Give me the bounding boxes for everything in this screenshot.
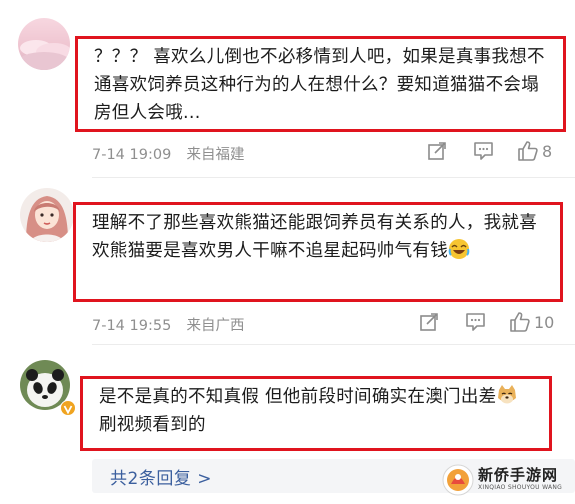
comment-2-like-count: 10 bbox=[534, 312, 555, 332]
comment-2-text: 理解不了那些喜欢熊猫还能跟饲养员有关系的人，我就喜欢熊猫要是喜欢男人干嘛不追星起… bbox=[92, 209, 546, 265]
share-icon bbox=[420, 313, 438, 331]
comment-3-text-part1: 是不是真的不知真假 但他前段时间确实在澳门出差 bbox=[99, 387, 497, 407]
comment-2-reply-button[interactable] bbox=[465, 312, 486, 332]
comment-1-share-button[interactable] bbox=[427, 141, 447, 161]
divider-1 bbox=[92, 177, 575, 178]
comment-3-text-part2: 刷视频看到的 bbox=[99, 415, 206, 435]
share-icon bbox=[428, 142, 446, 160]
comment-1-like-count: 8 bbox=[542, 141, 553, 161]
comment-2-time: 7-14 19:55 bbox=[92, 318, 172, 334]
comment-1-location: 来自福建 bbox=[186, 147, 245, 163]
comment-1-meta: 7-14 19:09 来自福建 bbox=[92, 143, 245, 164]
view-replies-link[interactable]: 共2条回复 > bbox=[110, 464, 212, 489]
laugh-cry-emoji bbox=[448, 238, 470, 260]
doge-emoji bbox=[496, 384, 518, 406]
comment-2-location: 来自广西 bbox=[186, 318, 245, 334]
comment-2-like-button[interactable]: 10 bbox=[509, 311, 554, 333]
comment-3-highlight-box: 是不是真的不知真假 但他前段时间确实在澳门出差 刷视频看到的 bbox=[80, 376, 552, 451]
comment-icon bbox=[474, 142, 493, 160]
divider-2 bbox=[92, 344, 575, 345]
like-icon bbox=[510, 312, 530, 332]
like-icon bbox=[518, 141, 538, 161]
comment-1-avatar[interactable] bbox=[18, 18, 70, 70]
comment-icon bbox=[466, 313, 485, 331]
verified-badge-icon bbox=[60, 400, 76, 416]
comment-2-meta: 7-14 19:55 来自广西 bbox=[92, 314, 245, 335]
comment-2-highlight-box: 理解不了那些喜欢熊猫还能跟饲养员有关系的人，我就喜欢熊猫要是喜欢男人干嘛不追星起… bbox=[73, 202, 563, 302]
watermark-subtext: XINQIAO SHOUYOU WANG bbox=[478, 484, 563, 491]
comment-2-share-button[interactable] bbox=[419, 312, 439, 332]
comment-2: 理解不了那些喜欢熊猫还能跟饲养员有关系的人，我就喜欢熊猫要是喜欢男人干嘛不追星起… bbox=[0, 180, 575, 348]
comment-1-time: 7-14 19:09 bbox=[92, 147, 172, 163]
comment-1-text: ？？？ 喜欢么儿倒也不必移情到人吧，如果是真事我想不通喜欢饲养员这种行为的人在想… bbox=[94, 47, 545, 123]
comment-1-highlight-box: ？？？ 喜欢么儿倒也不必移情到人吧，如果是真事我想不通喜欢饲养员这种行为的人在想… bbox=[75, 36, 566, 132]
watermark-text: 新侨手游网 bbox=[478, 466, 559, 484]
comment-1: ？？？ 喜欢么儿倒也不必移情到人吧，如果是真事我想不通喜欢饲养员这种行为的人在想… bbox=[0, 0, 575, 180]
watermark-logo: 新侨手游网 XINQIAO SHOUYOU WANG bbox=[440, 460, 575, 500]
comment-1-like-button[interactable]: 8 bbox=[517, 140, 552, 162]
comment-1-reply-button[interactable] bbox=[473, 141, 494, 161]
comment-2-text-body: 理解不了那些喜欢熊猫还能跟饲养员有关系的人，我就喜欢熊猫要是喜欢男人干嘛不追星起… bbox=[92, 213, 537, 261]
comment-2-avatar[interactable] bbox=[20, 188, 74, 242]
comment-3-text: 是不是真的不知真假 但他前段时间确实在澳门出差 刷视频看到的 bbox=[99, 383, 535, 439]
